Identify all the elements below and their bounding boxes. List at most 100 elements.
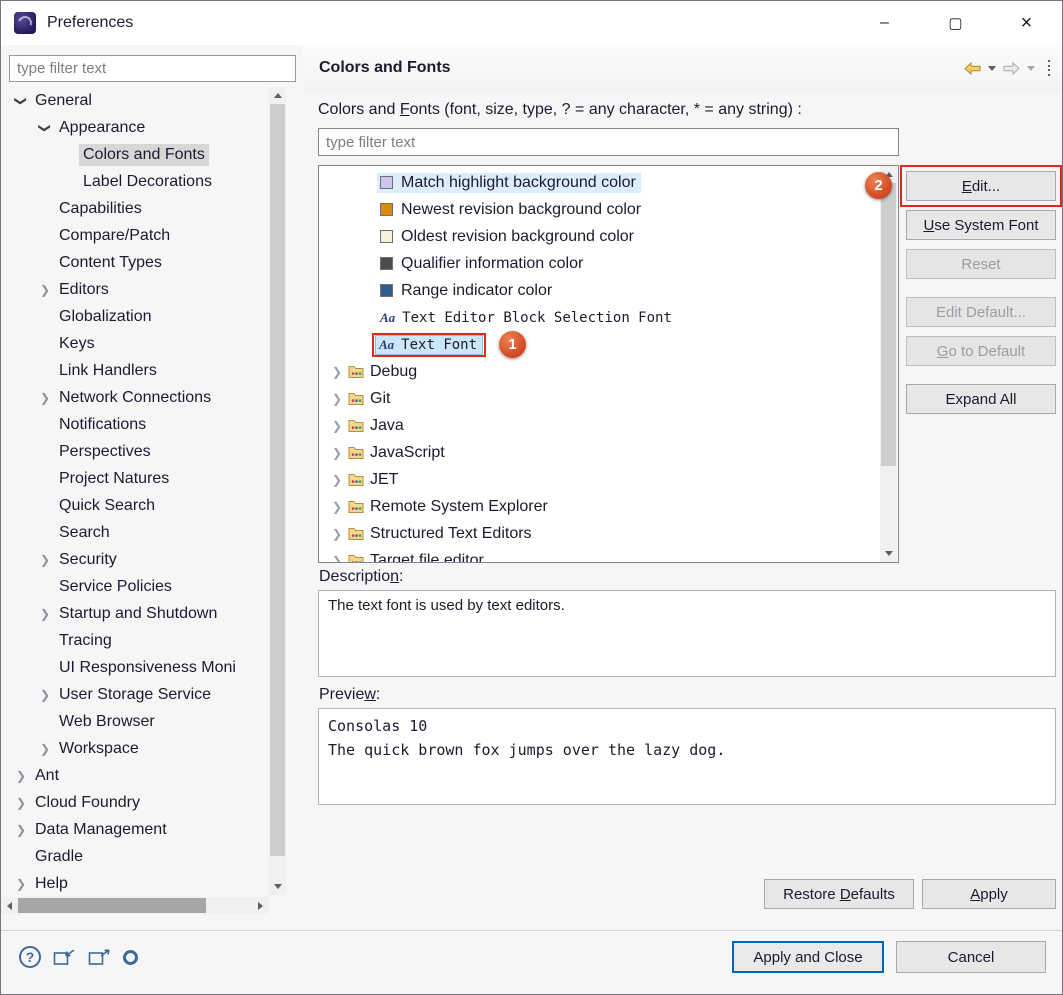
expand-icon[interactable]: ❯ bbox=[329, 500, 345, 514]
tree-item-capabilities[interactable]: Capabilities bbox=[1, 195, 269, 222]
list-item-qualifier-information-color[interactable]: Qualifier information color bbox=[319, 250, 880, 277]
scroll-down-icon[interactable] bbox=[880, 545, 897, 562]
expand-icon[interactable]: ❯ bbox=[329, 365, 345, 379]
expand-icon[interactable]: ❯ bbox=[329, 392, 345, 406]
scroll-right-icon[interactable] bbox=[252, 897, 269, 914]
expand-icon[interactable]: ❯ bbox=[35, 607, 55, 621]
collapse-icon[interactable]: ❯ bbox=[38, 118, 52, 138]
maximize-button[interactable]: ▢ bbox=[920, 1, 991, 45]
list-vscroll-thumb[interactable] bbox=[881, 183, 896, 466]
apply-button[interactable]: Apply bbox=[922, 879, 1056, 909]
tree-item-link-handlers[interactable]: Link Handlers bbox=[1, 357, 269, 384]
export-icon[interactable] bbox=[88, 948, 111, 966]
expand-icon[interactable]: ❯ bbox=[35, 688, 55, 702]
list-item-remote-system-explorer[interactable]: ❯Remote System Explorer bbox=[319, 493, 880, 520]
tree-item-data-management[interactable]: ❯Data Management bbox=[1, 816, 269, 843]
apply-and-close-button[interactable]: Apply and Close bbox=[732, 941, 884, 973]
tree-item-search[interactable]: Search bbox=[1, 519, 269, 546]
expand-icon[interactable]: ❯ bbox=[35, 391, 55, 405]
list-item-match-highlight-background-color[interactable]: Match highlight background color bbox=[319, 169, 880, 196]
tree-item-security[interactable]: ❯Security bbox=[1, 546, 269, 573]
reset-button[interactable]: Reset bbox=[906, 249, 1056, 279]
list-item-structured-text-editors[interactable]: ❯Structured Text Editors bbox=[319, 520, 880, 547]
tree-item-help[interactable]: ❯Help bbox=[1, 870, 269, 895]
forward-icon[interactable] bbox=[1003, 62, 1020, 75]
expand-icon[interactable]: ❯ bbox=[11, 823, 31, 837]
expand-icon[interactable]: ❯ bbox=[329, 419, 345, 433]
tree-item-colors-and-fonts[interactable]: Colors and Fonts bbox=[1, 141, 269, 168]
list-item-range-indicator-color[interactable]: Range indicator color bbox=[319, 277, 880, 304]
list-item-java[interactable]: ❯Java bbox=[319, 412, 880, 439]
list-vertical-scrollbar[interactable] bbox=[880, 166, 897, 562]
tree-vscroll-thumb[interactable] bbox=[270, 104, 285, 856]
back-dropdown-icon[interactable] bbox=[988, 66, 996, 71]
tree-item-cloud-foundry[interactable]: ❯Cloud Foundry bbox=[1, 789, 269, 816]
tree-item-general[interactable]: ❯General bbox=[1, 87, 269, 114]
scroll-up-icon[interactable] bbox=[269, 87, 286, 104]
expand-icon[interactable]: ❯ bbox=[329, 527, 345, 541]
view-menu-icon[interactable] bbox=[1048, 59, 1050, 77]
expand-all-button[interactable]: Expand All bbox=[906, 384, 1056, 414]
edit-button[interactable]: Edit... bbox=[906, 171, 1056, 201]
tree-item-project-natures[interactable]: Project Natures bbox=[1, 465, 269, 492]
list-item-debug[interactable]: ❯Debug bbox=[319, 358, 880, 385]
scroll-down-icon[interactable] bbox=[269, 878, 286, 895]
tree-item-user-storage-service[interactable]: ❯User Storage Service bbox=[1, 681, 269, 708]
expand-icon[interactable]: ❯ bbox=[329, 554, 345, 564]
forward-dropdown-icon[interactable] bbox=[1027, 66, 1035, 71]
tree-hscroll-thumb[interactable] bbox=[18, 898, 206, 913]
tree-horizontal-scrollbar[interactable] bbox=[1, 897, 269, 914]
collapse-icon[interactable]: ❯ bbox=[14, 91, 28, 111]
colors-fonts-filter-input[interactable] bbox=[318, 128, 899, 156]
tree-item-web-browser[interactable]: Web Browser bbox=[1, 708, 269, 735]
restore-defaults-button[interactable]: Restore Defaults bbox=[764, 879, 914, 909]
expand-icon[interactable]: ❯ bbox=[329, 446, 345, 460]
expand-icon[interactable]: ❯ bbox=[11, 796, 31, 810]
cancel-button[interactable]: Cancel bbox=[896, 941, 1046, 973]
tree-item-globalization[interactable]: Globalization bbox=[1, 303, 269, 330]
expand-icon[interactable]: ❯ bbox=[11, 769, 31, 783]
tree-item-appearance[interactable]: ❯Appearance bbox=[1, 114, 269, 141]
list-item-target-file-editor[interactable]: ❯Target file editor bbox=[319, 547, 880, 563]
expand-icon[interactable]: ❯ bbox=[35, 283, 55, 297]
tree-item-content-types[interactable]: Content Types bbox=[1, 249, 269, 276]
tree-item-notifications[interactable]: Notifications bbox=[1, 411, 269, 438]
go-to-default-button[interactable]: Go to Default bbox=[906, 336, 1056, 366]
expand-icon[interactable]: ❯ bbox=[35, 553, 55, 567]
expand-icon[interactable]: ❯ bbox=[35, 742, 55, 756]
tree-item-label-decorations[interactable]: Label Decorations bbox=[1, 168, 269, 195]
tree-item-service-policies[interactable]: Service Policies bbox=[1, 573, 269, 600]
tree-item-workspace[interactable]: ❯Workspace bbox=[1, 735, 269, 762]
list-item-jet[interactable]: ❯JET bbox=[319, 466, 880, 493]
tree-item-editors[interactable]: ❯Editors bbox=[1, 276, 269, 303]
tree-item-gradle[interactable]: Gradle bbox=[1, 843, 269, 870]
list-item-text-font[interactable]: AaText Font1 bbox=[319, 331, 880, 358]
tree-item-ant[interactable]: ❯Ant bbox=[1, 762, 269, 789]
tree-item-quick-search[interactable]: Quick Search bbox=[1, 492, 269, 519]
import-icon[interactable] bbox=[53, 948, 76, 966]
minimize-button[interactable]: – bbox=[849, 1, 920, 45]
list-item-git[interactable]: ❯Git bbox=[319, 385, 880, 412]
tree-item-startup-and-shutdown[interactable]: ❯Startup and Shutdown bbox=[1, 600, 269, 627]
list-item-text-editor-block-selection-font[interactable]: AaText Editor Block Selection Font bbox=[319, 304, 880, 331]
help-icon[interactable]: ? bbox=[19, 946, 41, 968]
list-item-javascript[interactable]: ❯JavaScript bbox=[319, 439, 880, 466]
expand-icon[interactable]: ❯ bbox=[329, 473, 345, 487]
use-system-font-button[interactable]: Use System Font bbox=[906, 210, 1056, 240]
tree-item-tracing[interactable]: Tracing bbox=[1, 627, 269, 654]
tree-item-ui-responsiveness-moni[interactable]: UI Responsiveness Moni bbox=[1, 654, 269, 681]
tree-item-keys[interactable]: Keys bbox=[1, 330, 269, 357]
expand-icon[interactable]: ❯ bbox=[11, 877, 31, 891]
list-item-oldest-revision-background-color[interactable]: Oldest revision background color bbox=[319, 223, 880, 250]
tree-item-compare-patch[interactable]: Compare/Patch bbox=[1, 222, 269, 249]
back-icon[interactable] bbox=[964, 62, 981, 75]
tree-filter-input[interactable] bbox=[9, 55, 296, 82]
list-item-newest-revision-background-color[interactable]: Newest revision background color bbox=[319, 196, 880, 223]
record-icon[interactable] bbox=[123, 950, 138, 965]
tree-item-perspectives[interactable]: Perspectives bbox=[1, 438, 269, 465]
scroll-left-icon[interactable] bbox=[1, 897, 18, 914]
tree-vertical-scrollbar[interactable] bbox=[269, 87, 286, 895]
close-button[interactable]: × bbox=[991, 1, 1062, 45]
edit-default-button[interactable]: Edit Default... bbox=[906, 297, 1056, 327]
tree-item-network-connections[interactable]: ❯Network Connections bbox=[1, 384, 269, 411]
